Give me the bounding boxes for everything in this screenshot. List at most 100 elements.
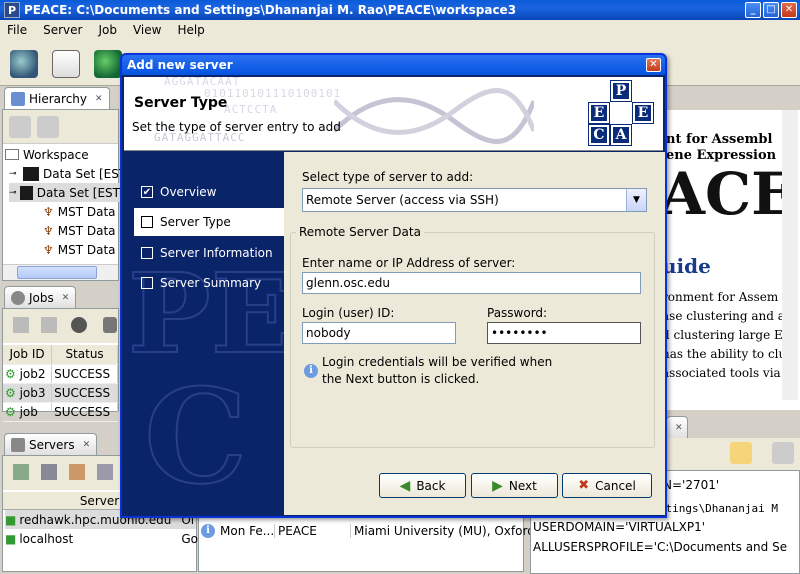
tab-jobs[interactable]: Jobs ✕ <box>4 286 77 308</box>
tree-item-label: MST Data <box>57 223 116 238</box>
cancel-icon: ✖ <box>578 478 590 493</box>
app-icon: P <box>4 2 20 18</box>
maximize-button[interactable]: □ <box>763 2 779 18</box>
next-button-label: Next <box>508 478 537 493</box>
close-tab-icon[interactable]: ✕ <box>83 440 91 450</box>
tree-tool-icon[interactable] <box>9 116 31 138</box>
close-tab-icon[interactable]: ✕ <box>62 293 70 303</box>
job-tool-icon[interactable] <box>41 317 57 333</box>
server-type-label: Select type of server to add: <box>302 170 474 184</box>
tab-environment[interactable]: ✕ <box>666 416 688 438</box>
next-button[interactable]: ▶ Next <box>471 473 558 498</box>
step-overview[interactable]: ✔ Overview <box>134 178 284 206</box>
table-row[interactable]: ■ localhost Go <box>5 529 198 548</box>
minimize-button[interactable]: _ <box>745 2 761 18</box>
tree-item-label: Workspace <box>23 147 89 162</box>
tree-item-mst[interactable]: ♆ MST Data <box>43 240 116 259</box>
tree-item-mst[interactable]: ♆ MST Data <box>43 221 116 240</box>
jobs-panel: Job ID Status ⚙ job2 SUCCESS ⚙ job3 SUCCESS… <box>2 308 119 422</box>
trash-icon[interactable] <box>103 317 117 333</box>
menu-job[interactable]: Job <box>91 23 126 37</box>
server-tool-icon[interactable] <box>69 464 85 480</box>
cancel-button[interactable]: ✖ Cancel <box>562 473 652 498</box>
doc-paragraph-line: has the ability to clu <box>662 347 787 361</box>
checkbox-icon: ✔ <box>141 186 153 198</box>
server-name: localhost <box>19 531 74 546</box>
server-tool-icon[interactable] <box>41 464 57 480</box>
close-tab-icon[interactable]: ✕ <box>95 94 103 104</box>
expand-icon[interactable]: ⊸ <box>9 188 20 198</box>
job-id: job2 <box>19 366 46 381</box>
close-tab-icon[interactable]: ✕ <box>675 423 683 433</box>
dialog-titlebar: Add new server ✕ <box>122 55 665 75</box>
expand-icon[interactable]: ⊸ <box>9 169 23 179</box>
menu-server[interactable]: Server <box>36 23 91 37</box>
menu-help[interactable]: Help <box>170 23 213 37</box>
column-header[interactable]: Job ID <box>3 345 53 365</box>
dna-helix-graphic <box>334 88 534 144</box>
tab-hierarchy[interactable]: Hierarchy ✕ <box>4 87 110 109</box>
table-row[interactable]: ⚙ job3 SUCCESS <box>3 383 118 403</box>
vertical-scrollbar[interactable] <box>782 110 798 400</box>
tree-item-workspace[interactable]: Workspace <box>5 145 89 164</box>
server-status-icon: ■ <box>5 531 17 546</box>
password-input[interactable]: •••••••• <box>487 322 641 344</box>
dataset-icon <box>20 185 33 200</box>
tree-item-mst[interactable]: ♆ MST Data <box>43 202 116 221</box>
svg-text:C: C <box>144 360 247 513</box>
tab-servers[interactable]: Servers ✕ <box>4 433 98 455</box>
peace-logo: P E E C A <box>588 80 655 146</box>
menu-view[interactable]: View <box>126 23 170 37</box>
server-toolbar-icon[interactable] <box>10 50 38 78</box>
log-source: PEACE <box>274 523 350 538</box>
back-arrow-icon: ◀ <box>399 477 411 494</box>
step-label: Overview <box>160 185 217 199</box>
link-tool-icon[interactable] <box>37 116 59 138</box>
print-icon[interactable] <box>772 442 794 464</box>
add-server-icon[interactable] <box>13 464 29 480</box>
checkbox-icon <box>141 216 153 228</box>
network-toolbar-icon[interactable] <box>94 50 122 78</box>
menubar: File Server Job View Help <box>0 20 800 40</box>
chevron-down-icon[interactable]: ▼ <box>626 189 646 211</box>
mst-tree-icon: ♆ <box>43 204 54 219</box>
wizard-content: Select type of server to add: Remote Ser… <box>284 152 665 515</box>
server-tool-icon[interactable] <box>97 464 113 480</box>
job-tool-icon[interactable] <box>13 317 29 333</box>
close-window-button[interactable]: ✕ <box>781 2 797 18</box>
horizontal-scrollbar[interactable] <box>3 264 118 280</box>
login-input[interactable]: nobody <box>302 322 456 344</box>
tree-item-label: MST Data <box>57 204 116 219</box>
cancel-button-label: Cancel <box>595 478 636 493</box>
folder-open-icon[interactable] <box>730 442 752 464</box>
column-header[interactable]: Status <box>51 345 118 365</box>
back-button[interactable]: ◀ Back <box>379 473 466 498</box>
tree-item-dataset[interactable]: ⊸ Data Set [EST <box>9 164 126 183</box>
table-row[interactable]: ⚙ job SUCCESS <box>3 402 118 422</box>
step-server-information[interactable]: Server Information <box>134 239 284 267</box>
dialog-header: AGGATACAAT 010110101110100101 ACTCCTA GA… <box>124 77 663 151</box>
host-label: Enter name or IP Address of server: <box>302 256 516 270</box>
checkbox-icon <box>141 277 153 289</box>
host-input[interactable]: glenn.osc.edu <box>302 272 641 294</box>
doc-title-line: nt for Assembl <box>666 132 773 147</box>
tree-item-dataset-selected[interactable]: ⊸ Data Set [EST <box>9 183 120 202</box>
server-type-select[interactable]: Remote Server (access via SSH) ▼ <box>302 188 647 212</box>
menu-file[interactable]: File <box>0 23 36 37</box>
dataset-icon <box>23 166 39 181</box>
job-tool-icon[interactable] <box>71 317 87 333</box>
tree-item-label: Data Set [EST <box>43 166 127 181</box>
peace-watermark-graphic: PE C <box>127 248 284 514</box>
mst-tree-icon: ♆ <box>43 242 54 257</box>
table-row[interactable]: i Mon Fe... PEACE Miami University (MU),… <box>201 521 552 540</box>
dialog-close-button[interactable]: ✕ <box>646 58 661 72</box>
step-server-summary[interactable]: Server Summary <box>134 269 284 297</box>
server-info: Go <box>181 531 198 546</box>
log-panel: i Mon Fe... PEACE Miami University (MU),… <box>198 512 552 572</box>
doc-paragraph-line: associated tools via <box>662 366 781 380</box>
table-row[interactable]: ⚙ job2 SUCCESS <box>3 364 118 384</box>
step-label: Server Summary <box>160 276 262 290</box>
server-icon <box>11 437 25 452</box>
step-server-type[interactable]: Server Type <box>134 208 284 236</box>
document-toolbar-icon[interactable] <box>52 50 80 78</box>
